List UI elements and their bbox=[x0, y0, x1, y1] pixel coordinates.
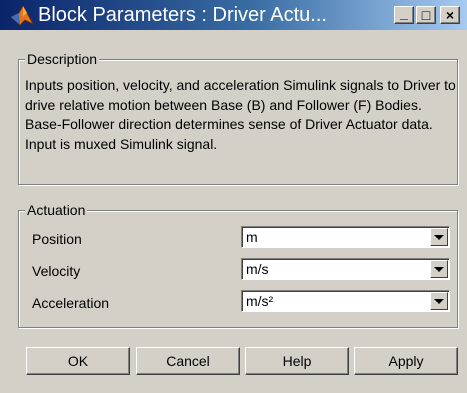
position-label: Position bbox=[32, 231, 82, 247]
block-parameters-dialog: Block Parameters : Driver Actu... _ □ × … bbox=[0, 0, 467, 393]
close-icon: × bbox=[445, 7, 455, 23]
minimize-icon: _ bbox=[400, 5, 408, 21]
velocity-label: Velocity bbox=[32, 263, 81, 279]
matlab-logo-icon bbox=[10, 5, 34, 26]
ok-button[interactable]: OK bbox=[26, 347, 130, 375]
chevron-down-icon[interactable] bbox=[430, 260, 448, 278]
title-bar[interactable]: Block Parameters : Driver Actu... _ □ × bbox=[0, 0, 467, 30]
chevron-down-icon[interactable] bbox=[430, 292, 448, 310]
actuation-legend: Actuation bbox=[25, 201, 88, 219]
acceleration-units-value: m/s² bbox=[246, 293, 274, 309]
position-units-select[interactable]: m bbox=[241, 226, 450, 248]
acceleration-label: Acceleration bbox=[32, 295, 110, 311]
acceleration-units-select[interactable]: m/s² bbox=[241, 290, 450, 312]
chevron-down-icon[interactable] bbox=[430, 228, 448, 246]
minimize-button[interactable]: _ bbox=[394, 5, 414, 24]
description-text: Inputs position, velocity, and accelerat… bbox=[25, 77, 456, 152]
close-button[interactable]: × bbox=[440, 6, 460, 24]
maximize-icon: □ bbox=[421, 7, 431, 23]
window-title: Block Parameters : Driver Actu... bbox=[38, 4, 327, 26]
description-legend: Description bbox=[25, 50, 100, 68]
apply-button[interactable]: Apply bbox=[354, 347, 458, 375]
velocity-units-select[interactable]: m/s bbox=[241, 258, 450, 280]
velocity-units-value: m/s bbox=[246, 261, 269, 277]
position-units-value: m bbox=[246, 229, 258, 245]
cancel-button[interactable]: Cancel bbox=[136, 347, 240, 375]
description-group: Description Inputs position, velocity, a… bbox=[18, 50, 458, 185]
maximize-button[interactable]: □ bbox=[416, 6, 436, 24]
help-button[interactable]: Help bbox=[245, 347, 349, 375]
